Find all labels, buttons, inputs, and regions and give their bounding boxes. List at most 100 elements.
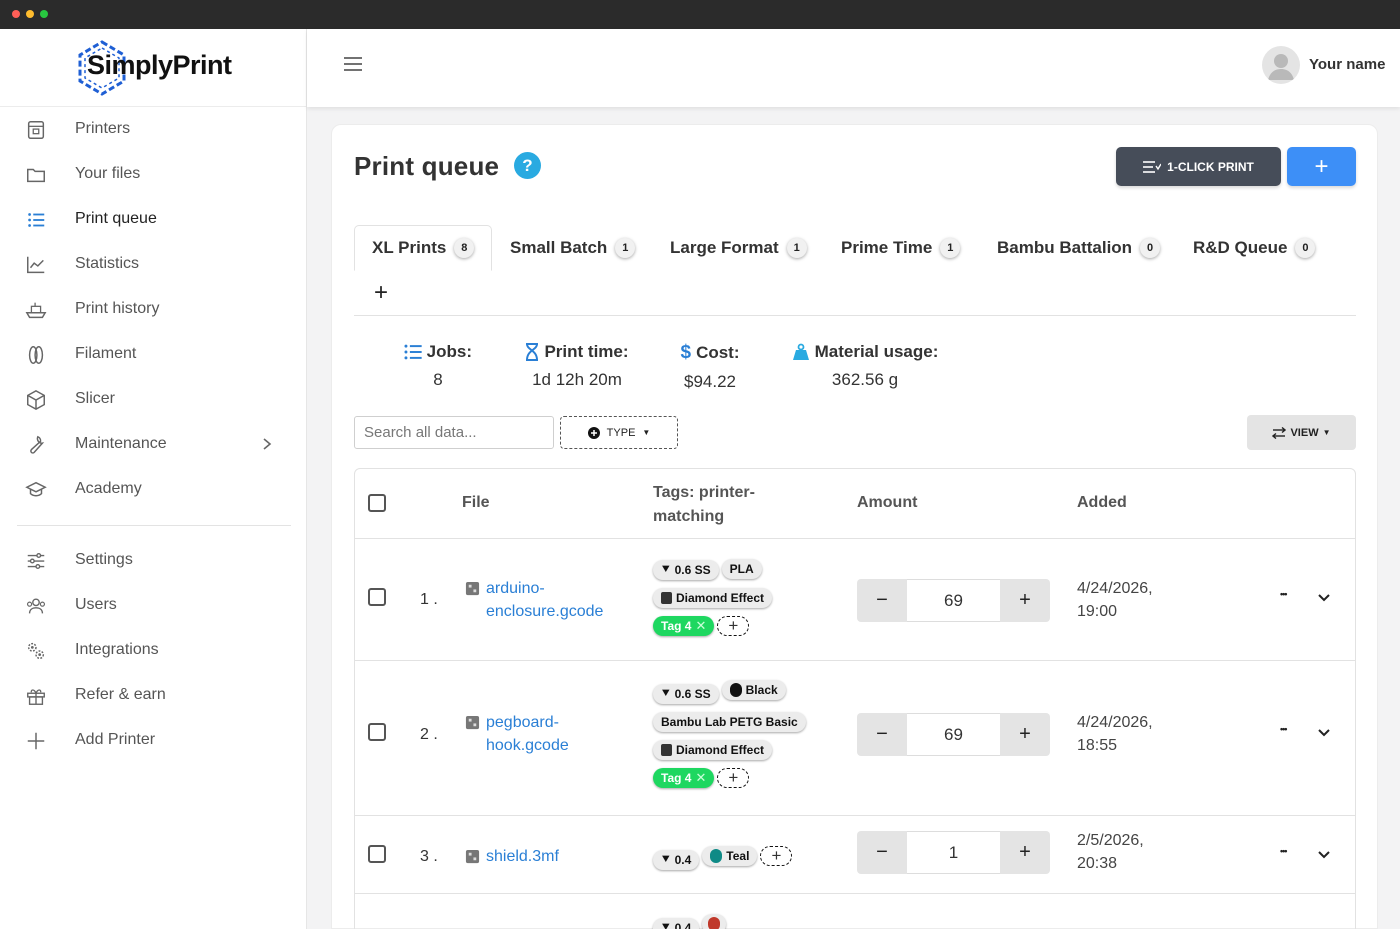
chevron-down-icon[interactable]: [1317, 728, 1331, 738]
increment-button[interactable]: +: [1000, 713, 1050, 756]
column-header-file[interactable]: File: [462, 494, 490, 512]
material-tag[interactable]: PLA: [721, 559, 762, 579]
nozzle-tag[interactable]: ⯆ 0.6 SS: [653, 559, 719, 580]
user-name[interactable]: Your name: [1309, 56, 1385, 73]
tab-prime-time[interactable]: Prime Time 1: [841, 225, 961, 271]
tab-small-batch[interactable]: Small Batch 1: [510, 225, 636, 271]
sidebar-item-printers[interactable]: Printers: [0, 107, 306, 152]
add-job-button[interactable]: +: [1287, 147, 1356, 186]
increment-button[interactable]: +: [1000, 831, 1050, 874]
sidebar-item-integrations[interactable]: Integrations: [0, 628, 306, 673]
sidebar-item-academy[interactable]: Academy: [0, 467, 306, 512]
nozzle-icon: ⯆: [661, 920, 671, 929]
spool-icon: [661, 743, 672, 756]
table-row[interactable]: ⯆ 0.4: [355, 894, 1355, 929]
sidebar-item-add-printer[interactable]: Add Printer: [0, 718, 306, 763]
add-tag-button[interactable]: +: [760, 846, 793, 866]
sidebar-item-print-history[interactable]: Print history: [0, 287, 306, 332]
file-link[interactable]: arduino-enclosure.gcode: [486, 577, 626, 623]
add-tag-button[interactable]: +: [717, 767, 750, 788]
view-options-button[interactable]: VIEW ▼: [1247, 415, 1356, 450]
filament-tag[interactable]: Diamond Effect: [653, 739, 773, 760]
column-header-amount[interactable]: Amount: [857, 494, 917, 512]
type-filter-button[interactable]: TYPE ▼: [560, 416, 678, 449]
plus-icon: [27, 732, 45, 750]
3mf-file-icon: [465, 849, 480, 864]
decrement-button[interactable]: −: [857, 713, 907, 756]
tab-rd-queue[interactable]: R&D Queue 0: [1193, 225, 1316, 271]
custom-tag[interactable]: Tag 4 ✕: [653, 615, 715, 636]
close-window-icon[interactable]: [12, 10, 20, 18]
color-tag[interactable]: [702, 914, 727, 929]
maximize-window-icon[interactable]: [40, 10, 48, 18]
table-row[interactable]: 2 . pegboard-hook.gcode ⯆ 0.6 SS Black Bam…: [355, 661, 1355, 816]
sidebar-item-statistics[interactable]: Statistics: [0, 242, 306, 287]
quantity-value[interactable]: 1: [907, 831, 1000, 874]
more-actions-icon[interactable]: •••: [1280, 846, 1288, 856]
minimize-window-icon[interactable]: [26, 10, 34, 18]
add-tab-button[interactable]: +: [374, 279, 388, 307]
nozzle-tag[interactable]: ⯆ 0.4: [653, 849, 700, 870]
color-tag[interactable]: Teal: [702, 846, 758, 866]
sidebar-item-maintenance[interactable]: Maintenance: [0, 422, 306, 467]
color-tag[interactable]: Black: [721, 680, 786, 700]
one-click-print-button[interactable]: 1-CLICK PRINT: [1116, 147, 1281, 186]
row-checkbox[interactable]: [368, 845, 386, 863]
sidebar-item-print-queue[interactable]: Print queue: [0, 197, 306, 242]
file-link[interactable]: shield.3mf: [486, 845, 626, 868]
remove-tag-icon[interactable]: ✕: [695, 770, 706, 786]
material-tag[interactable]: Bambu Lab PETG Basic: [653, 711, 806, 732]
tab-count-badge: 1: [615, 238, 636, 258]
tab-label: Prime Time: [841, 238, 933, 257]
quantity-stepper: − 69 +: [857, 579, 1050, 622]
row-checkbox[interactable]: [368, 588, 386, 606]
gift-icon: [27, 689, 45, 705]
file-link[interactable]: pegboard-hook.gcode: [486, 711, 626, 757]
tag-list: ⯆ 0.6 SS Black Bambu Lab PETG Basic Diamon…: [653, 680, 833, 796]
tab-xl-prints[interactable]: XL Prints 8: [354, 225, 493, 271]
decrement-button[interactable]: −: [857, 831, 907, 874]
chevron-down-icon[interactable]: [1317, 593, 1331, 603]
stat-jobs: Jobs: 8: [404, 342, 472, 390]
add-tag-button[interactable]: +: [717, 615, 750, 636]
filament-tag[interactable]: Diamond Effect: [653, 587, 773, 608]
quantity-stepper: − 1 +: [857, 831, 1050, 874]
add-tag-label: +: [728, 615, 739, 635]
sidebar-item-filament[interactable]: Filament: [0, 332, 306, 377]
help-icon[interactable]: ?: [514, 152, 541, 179]
remove-tag-icon[interactable]: ✕: [695, 618, 706, 634]
decrement-button[interactable]: −: [857, 579, 907, 622]
nozzle-icon: ⯆: [661, 852, 671, 866]
sidebar-item-users[interactable]: Users: [0, 583, 306, 628]
search-input[interactable]: [354, 416, 554, 449]
more-actions-icon[interactable]: •••: [1280, 589, 1288, 599]
more-actions-icon[interactable]: •••: [1280, 724, 1288, 734]
sidebar-item-refer-earn[interactable]: Refer & earn: [0, 673, 306, 718]
tab-bambu-battalion[interactable]: Bambu Battalion 0: [997, 225, 1161, 271]
sidebar-item-settings[interactable]: Settings: [0, 538, 306, 583]
table-row[interactable]: 1 . arduino-enclosure.gcode ⯆ 0.6 SS PLA D…: [355, 539, 1355, 661]
hamburger-menu-icon[interactable]: [344, 56, 362, 72]
quantity-value[interactable]: 69: [907, 713, 1000, 756]
tab-large-format[interactable]: Large Format 1: [670, 225, 807, 271]
tag-list: ⯆ 0.4 Teal +: [653, 846, 853, 878]
sidebar-item-label: Settings: [75, 551, 133, 568]
increment-button[interactable]: +: [1000, 579, 1050, 622]
chevron-down-icon[interactable]: [1317, 850, 1331, 860]
topbar: Your name: [307, 29, 1400, 107]
sidebar-item-label: Your files: [75, 165, 141, 182]
select-all-checkbox[interactable]: [368, 494, 386, 512]
custom-tag[interactable]: Tag 4 ✕: [653, 767, 715, 788]
row-checkbox[interactable]: [368, 723, 386, 741]
avatar[interactable]: [1262, 46, 1300, 84]
quantity-value[interactable]: 69: [907, 579, 1000, 622]
ship-icon: [25, 302, 47, 319]
sidebar-item-your-files[interactable]: Your files: [0, 152, 306, 197]
nozzle-tag[interactable]: ⯆ 0.6 SS: [653, 683, 719, 704]
logo-area[interactable]: SimplyPrint: [0, 29, 306, 107]
column-header-added[interactable]: Added: [1077, 494, 1127, 512]
nozzle-tag[interactable]: ⯆ 0.4: [653, 917, 700, 929]
sidebar-item-slicer[interactable]: Slicer: [0, 377, 306, 422]
added-date: 4/24/2026, 18:55: [1077, 714, 1153, 754]
table-row[interactable]: 3 . shield.3mf ⯆ 0.4 Teal + − 1 + 2/5/2026,…: [355, 816, 1355, 894]
